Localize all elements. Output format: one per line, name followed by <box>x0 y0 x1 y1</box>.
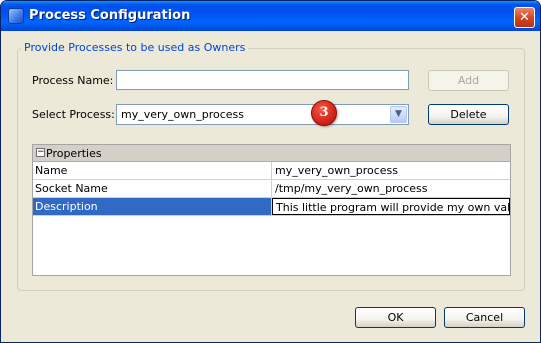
property-name: Name <box>33 162 272 179</box>
close-icon: ✕ <box>519 10 530 25</box>
title-bar[interactable]: Process Configuration ✕ <box>1 1 540 31</box>
select-process-label: Select Process: <box>32 108 115 121</box>
process-name-input[interactable] <box>116 70 409 90</box>
properties-header-label: Properties <box>46 147 102 160</box>
chevron-down-icon[interactable]: ▼ <box>390 106 407 123</box>
window-title: Process Configuration <box>29 8 191 23</box>
properties-grid: − Properties Name my_very_own_process So… <box>32 144 511 276</box>
property-value-editor[interactable]: This little program will provide my own … <box>272 198 510 215</box>
property-name: Socket Name <box>33 180 272 197</box>
app-icon <box>8 8 24 24</box>
close-button[interactable]: ✕ <box>514 7 535 28</box>
ok-button[interactable]: OK <box>355 307 436 328</box>
property-name: Description <box>33 198 272 215</box>
properties-header[interactable]: − Properties <box>33 145 510 162</box>
select-process-dropdown[interactable]: my_very_own_process ▼ <box>116 104 409 125</box>
property-value[interactable]: my_very_own_process <box>272 162 510 179</box>
description-text: This little program will provide my own … <box>276 201 510 214</box>
minus-icon[interactable]: − <box>36 148 45 157</box>
process-configuration-dialog: Process Configuration ✕ Provide Processe… <box>0 0 541 343</box>
property-value[interactable]: /tmp/my_very_own_process <box>272 180 510 197</box>
property-row-socket-name[interactable]: Socket Name /tmp/my_very_own_process <box>33 180 510 198</box>
cancel-button[interactable]: Cancel <box>444 307 525 328</box>
group-legend: Provide Processes to be used as Owners <box>21 41 249 54</box>
add-button[interactable]: Add <box>428 70 509 91</box>
property-row-description[interactable]: Description This little program will pro… <box>33 198 510 216</box>
delete-button[interactable]: Delete <box>428 104 509 125</box>
process-name-label: Process Name: <box>32 74 114 87</box>
select-process-value: my_very_own_process <box>121 108 245 121</box>
step-number-badge: 3 <box>311 100 337 126</box>
property-row-name[interactable]: Name my_very_own_process <box>33 162 510 180</box>
